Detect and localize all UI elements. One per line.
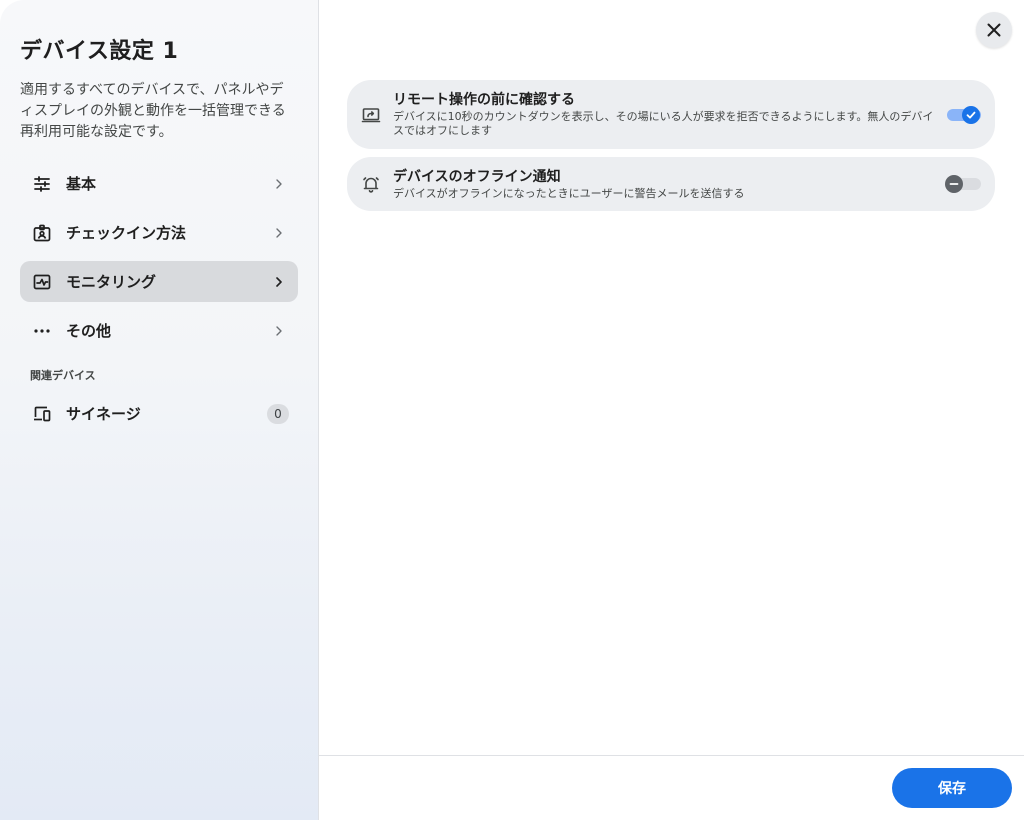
- setting-text: リモート操作の前に確認する デバイスに10秒のカウントダウンを表示し、その場にい…: [393, 91, 945, 138]
- setting-title: リモート操作の前に確認する: [393, 92, 575, 108]
- chevron-right-icon: [272, 177, 286, 191]
- sidebar-nav: 基本 チェックイン方法 モニタリング その他: [20, 163, 298, 351]
- sidebar-item-basic[interactable]: 基本: [20, 163, 298, 204]
- chevron-right-icon: [272, 226, 286, 240]
- setting-offline-notify: デバイスのオフライン通知 デバイスがオフラインになったときにユーザーに警告メール…: [347, 157, 995, 211]
- page-description: 適用するすべてのデバイスで、パネルやディスプレイの外観と動作を一括管理できる再利…: [20, 82, 286, 140]
- sidebar-item-label: チェックイン方法: [66, 224, 187, 242]
- setting-title: デバイスのオフライン通知: [393, 168, 561, 185]
- sidebar-item-label: サイネージ: [66, 405, 141, 423]
- related-devices-label: 関連デバイス: [30, 369, 96, 382]
- main-panel: リモート操作の前に確認する デバイスに10秒のカウントダウンを表示し、その場にい…: [319, 0, 1024, 820]
- more-horiz-icon: [31, 320, 53, 342]
- tune-icon: [31, 173, 53, 195]
- toggle-thumb: [945, 175, 963, 193]
- bell-icon: [361, 174, 381, 194]
- device-count-badge: 0: [267, 403, 289, 424]
- settings-list: リモート操作の前に確認する デバイスに10秒のカウントダウンを表示し、その場にい…: [347, 80, 995, 219]
- sidebar-item-monitoring[interactable]: モニタリング: [20, 261, 298, 302]
- remote-confirm-toggle[interactable]: [945, 103, 981, 127]
- badge-icon: [31, 222, 53, 244]
- monitoring-icon: [31, 271, 53, 293]
- save-button[interactable]: 保存: [892, 768, 1012, 808]
- screen-share-icon: [361, 105, 381, 125]
- chevron-right-icon: [272, 324, 286, 338]
- sidebar-item-signage[interactable]: サイネージ 0: [20, 393, 298, 434]
- check-icon: [965, 109, 977, 121]
- devices-icon: [31, 403, 53, 425]
- page-title: デバイス設定 1: [20, 39, 179, 64]
- close-button[interactable]: [976, 12, 1012, 48]
- setting-description: デバイスに10秒のカウントダウンを表示し、その場にいる人が要求を拒否できるように…: [393, 110, 934, 137]
- setting-remote-confirm: リモート操作の前に確認する デバイスに10秒のカウントダウンを表示し、その場にい…: [347, 80, 995, 149]
- chevron-right-icon: [272, 275, 286, 289]
- setting-description: デバイスがオフラインになったときにユーザーに警告メールを送信する: [393, 186, 745, 200]
- device-settings-dialog: デバイス設定 1 適用するすべてのデバイスで、パネルやディスプレイの外観と動作を…: [0, 0, 1024, 820]
- sidebar-item-other[interactable]: その他: [20, 310, 298, 351]
- sidebar-item-label: モニタリング: [66, 273, 157, 291]
- footer: 保存: [319, 755, 1024, 820]
- offline-notify-toggle[interactable]: [945, 172, 981, 196]
- sidebar-item-checkin[interactable]: チェックイン方法: [20, 212, 298, 253]
- sidebar: デバイス設定 1 適用するすべてのデバイスで、パネルやディスプレイの外観と動作を…: [0, 0, 319, 820]
- setting-text: デバイスのオフライン通知 デバイスがオフラインになったときにユーザーに警告メール…: [393, 168, 945, 201]
- sidebar-item-label: その他: [66, 322, 112, 340]
- close-icon: [986, 22, 1002, 38]
- sidebar-item-label: 基本: [66, 175, 97, 193]
- minus-icon: [948, 178, 960, 190]
- toggle-thumb: [962, 105, 980, 124]
